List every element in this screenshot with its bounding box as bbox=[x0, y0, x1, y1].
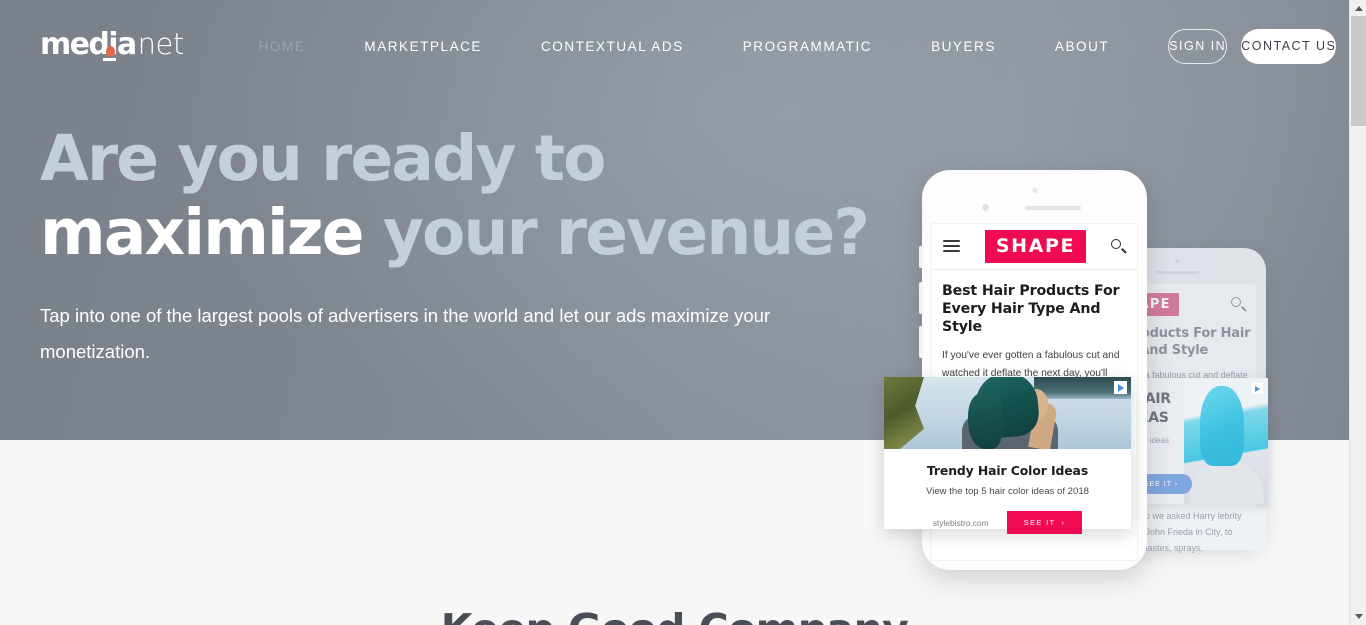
phone-mockup-group: SHAPE air Products For Hair Type And Sty… bbox=[880, 160, 1340, 570]
hero-copy-block: Are you ready to maximize your revenue? … bbox=[40, 122, 870, 370]
phone-front-volume-up-button bbox=[919, 246, 923, 268]
contact-us-button[interactable]: CONTACT US bbox=[1241, 28, 1337, 64]
ad-image-teal-hair-strand bbox=[968, 393, 1002, 449]
nav-item-contextual-ads[interactable]: CONTEXTUAL ADS bbox=[541, 39, 684, 54]
phone-front-camera-icon bbox=[1032, 188, 1037, 193]
brand-logo[interactable]: media net bbox=[40, 27, 184, 62]
ad-back-hair-shape bbox=[1200, 386, 1244, 466]
ad-card-front-footer: stylebistro.com SEE IT › bbox=[894, 511, 1121, 534]
nav-item-about[interactable]: ABOUT bbox=[1055, 39, 1109, 54]
phone-back-search-icon bbox=[1231, 297, 1247, 312]
scrollbar-thumb[interactable] bbox=[1351, 16, 1366, 126]
cta-label: SEE IT bbox=[1023, 518, 1056, 527]
phone-back-camera-icon bbox=[1175, 259, 1179, 263]
vertical-scrollbar[interactable] bbox=[1349, 0, 1366, 625]
nav-item-marketplace[interactable]: MARKETPLACE bbox=[364, 39, 482, 54]
ad-card-front-cta-button[interactable]: SEE IT › bbox=[1006, 511, 1083, 534]
headline-line-1: Are you ready to bbox=[40, 122, 606, 195]
ad-card-front-title: Trendy Hair Color Ideas bbox=[926, 463, 1089, 478]
hero-subcopy: Tap into one of the largest pools of adv… bbox=[40, 305, 771, 362]
logo-text-media: media bbox=[40, 26, 137, 62]
phone-front-sensor-icon bbox=[982, 204, 989, 211]
logo-accent-dot-icon bbox=[106, 45, 115, 57]
hero-headline: Are you ready to maximize your revenue? bbox=[40, 122, 870, 270]
logo-text-net: net bbox=[137, 26, 185, 61]
nav-item-programmatic[interactable]: PROGRAMMATIC bbox=[743, 39, 872, 54]
cta-arrow-icon: › bbox=[1061, 518, 1066, 527]
ad-card-front-body: Trendy Hair Color Ideas View the top 5 h… bbox=[884, 449, 1131, 534]
top-navigation-bar: media net HOME MARKETPLACE CONTEXTUAL AD… bbox=[0, 0, 1349, 92]
phone-front-volume-down-button bbox=[919, 282, 923, 314]
sign-in-button[interactable]: SIGN IN bbox=[1168, 28, 1228, 64]
logo-underscore-icon bbox=[103, 58, 116, 61]
section-title-keep-good: Keep Good Company bbox=[0, 605, 1349, 625]
ad-choices-icon-back[interactable] bbox=[1252, 383, 1263, 394]
ad-card-front-image bbox=[884, 377, 1131, 449]
phone-front-site-header: SHAPE bbox=[931, 223, 1138, 270]
article-headline: Best Hair Products For Every Hair Type A… bbox=[942, 283, 1120, 335]
hamburger-menu-icon[interactable] bbox=[943, 237, 960, 255]
phone-front-mute-switch bbox=[919, 326, 923, 358]
ad-card-front[interactable]: Trendy Hair Color Ideas View the top 5 h… bbox=[884, 377, 1131, 534]
search-icon[interactable] bbox=[1110, 238, 1127, 254]
phone-front-speaker-icon bbox=[1024, 206, 1081, 210]
headline-line-2: maximize your revenue? bbox=[40, 196, 870, 270]
shape-logo: SHAPE bbox=[984, 229, 1087, 263]
ad-card-front-subtitle: View the top 5 hair color ideas of 2018 bbox=[925, 486, 1090, 497]
phone-back-speaker-icon bbox=[1155, 271, 1199, 274]
headline-emphasis: maximize bbox=[40, 196, 364, 269]
nav-item-home[interactable]: HOME bbox=[259, 39, 306, 54]
nav-item-buyers[interactable]: BUYERS bbox=[931, 39, 996, 54]
scroll-down-arrow-icon[interactable] bbox=[1350, 608, 1366, 625]
scroll-up-arrow-icon[interactable] bbox=[1350, 0, 1366, 17]
ad-card-front-domain: stylebistro.com bbox=[932, 517, 989, 528]
ad-back-shoulder-shape bbox=[1190, 460, 1264, 504]
headline-rest: your revenue? bbox=[362, 196, 870, 269]
nav-links-group: HOME MARKETPLACE CONTEXTUAL ADS PROGRAMM… bbox=[259, 39, 1168, 54]
ad-choices-icon[interactable] bbox=[1114, 381, 1127, 394]
